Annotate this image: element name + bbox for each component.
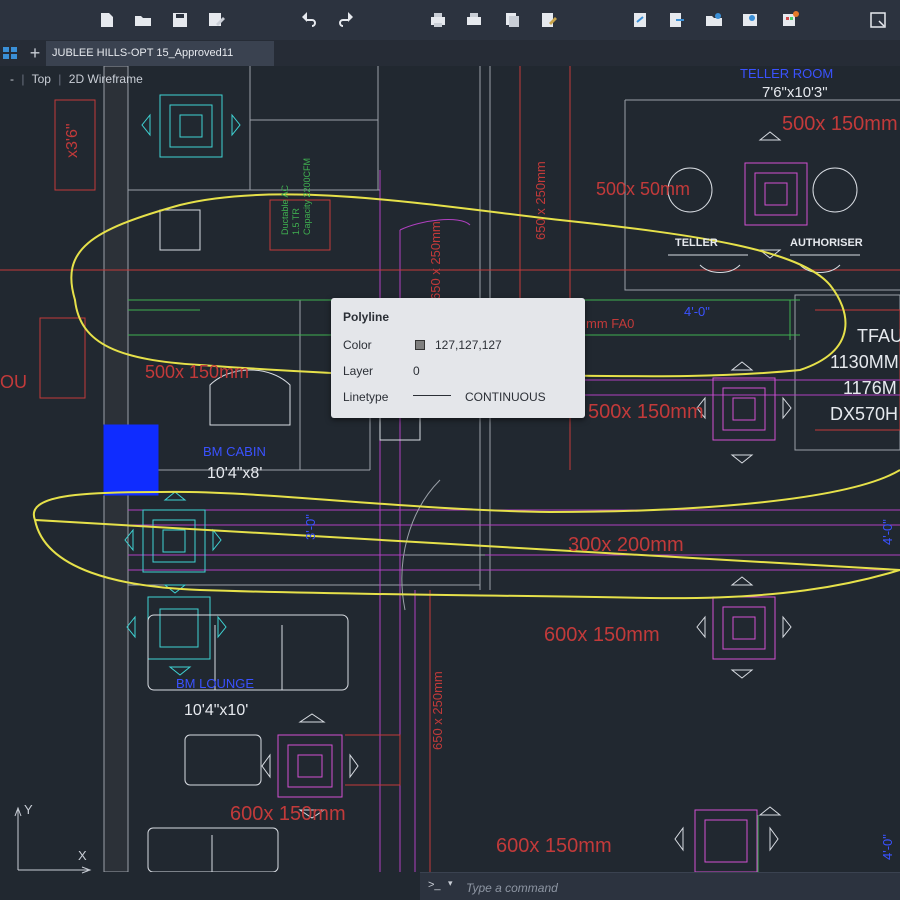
viewport-icon[interactable] bbox=[866, 8, 890, 32]
misc-label: OU bbox=[0, 372, 27, 392]
markup-cloud-lower bbox=[32, 469, 900, 600]
start-tab-grid-icon[interactable] bbox=[2, 46, 18, 60]
ucs-y-label: Y bbox=[24, 802, 33, 817]
quick-access-toolbar bbox=[0, 0, 900, 41]
undo-icon[interactable] bbox=[298, 8, 322, 32]
room-label-bm-lounge: BM LOUNGE bbox=[176, 676, 254, 691]
duct-size-label: 500x 150mm bbox=[782, 113, 898, 135]
duct-size-vertical: 650 x 250mm bbox=[428, 221, 443, 300]
room-size-bm-cabin: 10'4"x8' bbox=[207, 465, 262, 482]
equipment-label-model: DX570H bbox=[830, 404, 898, 424]
ac-unit-capacity: 1.5 TR bbox=[291, 208, 301, 235]
duct-size-label: 600x 150mm bbox=[544, 624, 660, 646]
tooltip-color-value: 127,127,127 bbox=[435, 338, 502, 352]
equipment-label-size: 1176M bbox=[843, 378, 897, 398]
publish-icon[interactable] bbox=[500, 8, 524, 32]
room-label-bm-cabin: BM CABIN bbox=[203, 444, 266, 459]
share-icon[interactable] bbox=[628, 8, 652, 32]
fresh-air-label: mm FA0 bbox=[586, 316, 634, 331]
ucs-x-label: X bbox=[78, 848, 87, 863]
duct-size-label: 500x 150mm bbox=[588, 401, 704, 423]
new-file-icon[interactable] bbox=[95, 8, 119, 32]
linetype-sample bbox=[413, 395, 451, 396]
open-folder-icon[interactable] bbox=[131, 8, 155, 32]
duct-size-label: 500x 50mm bbox=[596, 179, 690, 199]
viewport-minimize[interactable]: - bbox=[10, 72, 14, 86]
new-tab-plus-icon[interactable]: + bbox=[26, 43, 44, 63]
duct-size-label: 600x 150mm bbox=[496, 835, 612, 857]
blue-equipment-block bbox=[103, 424, 159, 496]
command-line: >_ ▾ bbox=[420, 872, 900, 900]
app-icon[interactable] bbox=[778, 8, 802, 32]
tooltip-linetype-value: CONTINUOUS bbox=[465, 390, 546, 404]
equipment-label-size: 1130MM bbox=[830, 352, 899, 372]
export-icon[interactable] bbox=[664, 8, 688, 32]
floor-plan-drawing: TELLER ROOM 7'6"x10'3" TELLER AUTHORISER… bbox=[0, 66, 900, 872]
dimension-label: 4'-0" bbox=[880, 834, 895, 860]
duct-size-vertical: 650 x 250mm bbox=[533, 161, 548, 240]
drawing-canvas[interactable]: TELLER ROOM 7'6"x10'3" TELLER AUTHORISER… bbox=[0, 66, 900, 872]
duct-size-label: 500x 150mm bbox=[145, 362, 249, 382]
batch-plot-icon[interactable] bbox=[462, 8, 486, 32]
duct-size-vertical: 650 x 250mm bbox=[430, 671, 445, 750]
command-history-chevron-icon[interactable]: ▾ bbox=[448, 878, 453, 889]
save-as-icon[interactable] bbox=[204, 8, 228, 32]
duct-size-label: 300x 200mm bbox=[568, 534, 684, 556]
sheet-set-icon[interactable] bbox=[536, 8, 560, 32]
furniture-label-authoriser: AUTHORISER bbox=[790, 237, 863, 249]
tooltip-layer-value: 0 bbox=[413, 364, 420, 378]
dimension-label: 4'-0" bbox=[684, 304, 710, 319]
command-input[interactable] bbox=[464, 877, 888, 899]
dimension-label: 3'-0" bbox=[303, 514, 318, 540]
tab-drawing[interactable]: JUBLEE HILLS-OPT 15_Approved11 bbox=[46, 41, 274, 66]
ac-unit-label: Ductable AC bbox=[280, 184, 290, 235]
cloud-icon[interactable] bbox=[738, 8, 762, 32]
furniture-label-teller: TELLER bbox=[675, 237, 718, 249]
tooltip-linetype-label: Linetype bbox=[343, 390, 389, 404]
tooltip-layer-label: Layer bbox=[343, 364, 374, 378]
tooltip-title: Polyline bbox=[343, 310, 390, 324]
dimension-label: 4'-0" bbox=[880, 519, 895, 545]
visual-style[interactable]: 2D Wireframe bbox=[69, 72, 143, 86]
ac-unit-cfm: Capacity 2200CFM bbox=[302, 158, 312, 235]
ucs-icon: Y X bbox=[14, 802, 92, 874]
autocad-window: + JUBLEE HILLS-OPT 15_Approved11 TELLER … bbox=[0, 0, 900, 900]
command-prompt-icon[interactable]: >_ bbox=[428, 879, 441, 891]
redo-icon[interactable] bbox=[333, 8, 357, 32]
plot-icon[interactable] bbox=[426, 8, 450, 32]
room-label-teller-room: TELLER ROOM bbox=[740, 66, 833, 81]
object-tooltip: Polyline Color 127,127,127 Layer 0 Linet… bbox=[331, 298, 585, 418]
tooltip-color-label: Color bbox=[343, 338, 372, 352]
viewport-controls[interactable]: - | Top | 2D Wireframe bbox=[10, 72, 147, 86]
misc-dimension: x3'6" bbox=[64, 123, 81, 158]
room-size-teller: 7'6"x10'3" bbox=[762, 84, 828, 101]
duct-size-label: 600x 150mm bbox=[230, 803, 346, 825]
color-swatch-icon bbox=[415, 340, 425, 350]
room-size-bm-lounge: 10'4"x10' bbox=[184, 702, 248, 719]
collaborate-icon[interactable] bbox=[702, 8, 726, 32]
equipment-label-tfau: TFAU bbox=[857, 326, 900, 346]
view-direction[interactable]: Top bbox=[32, 72, 51, 86]
save-icon[interactable] bbox=[168, 8, 192, 32]
